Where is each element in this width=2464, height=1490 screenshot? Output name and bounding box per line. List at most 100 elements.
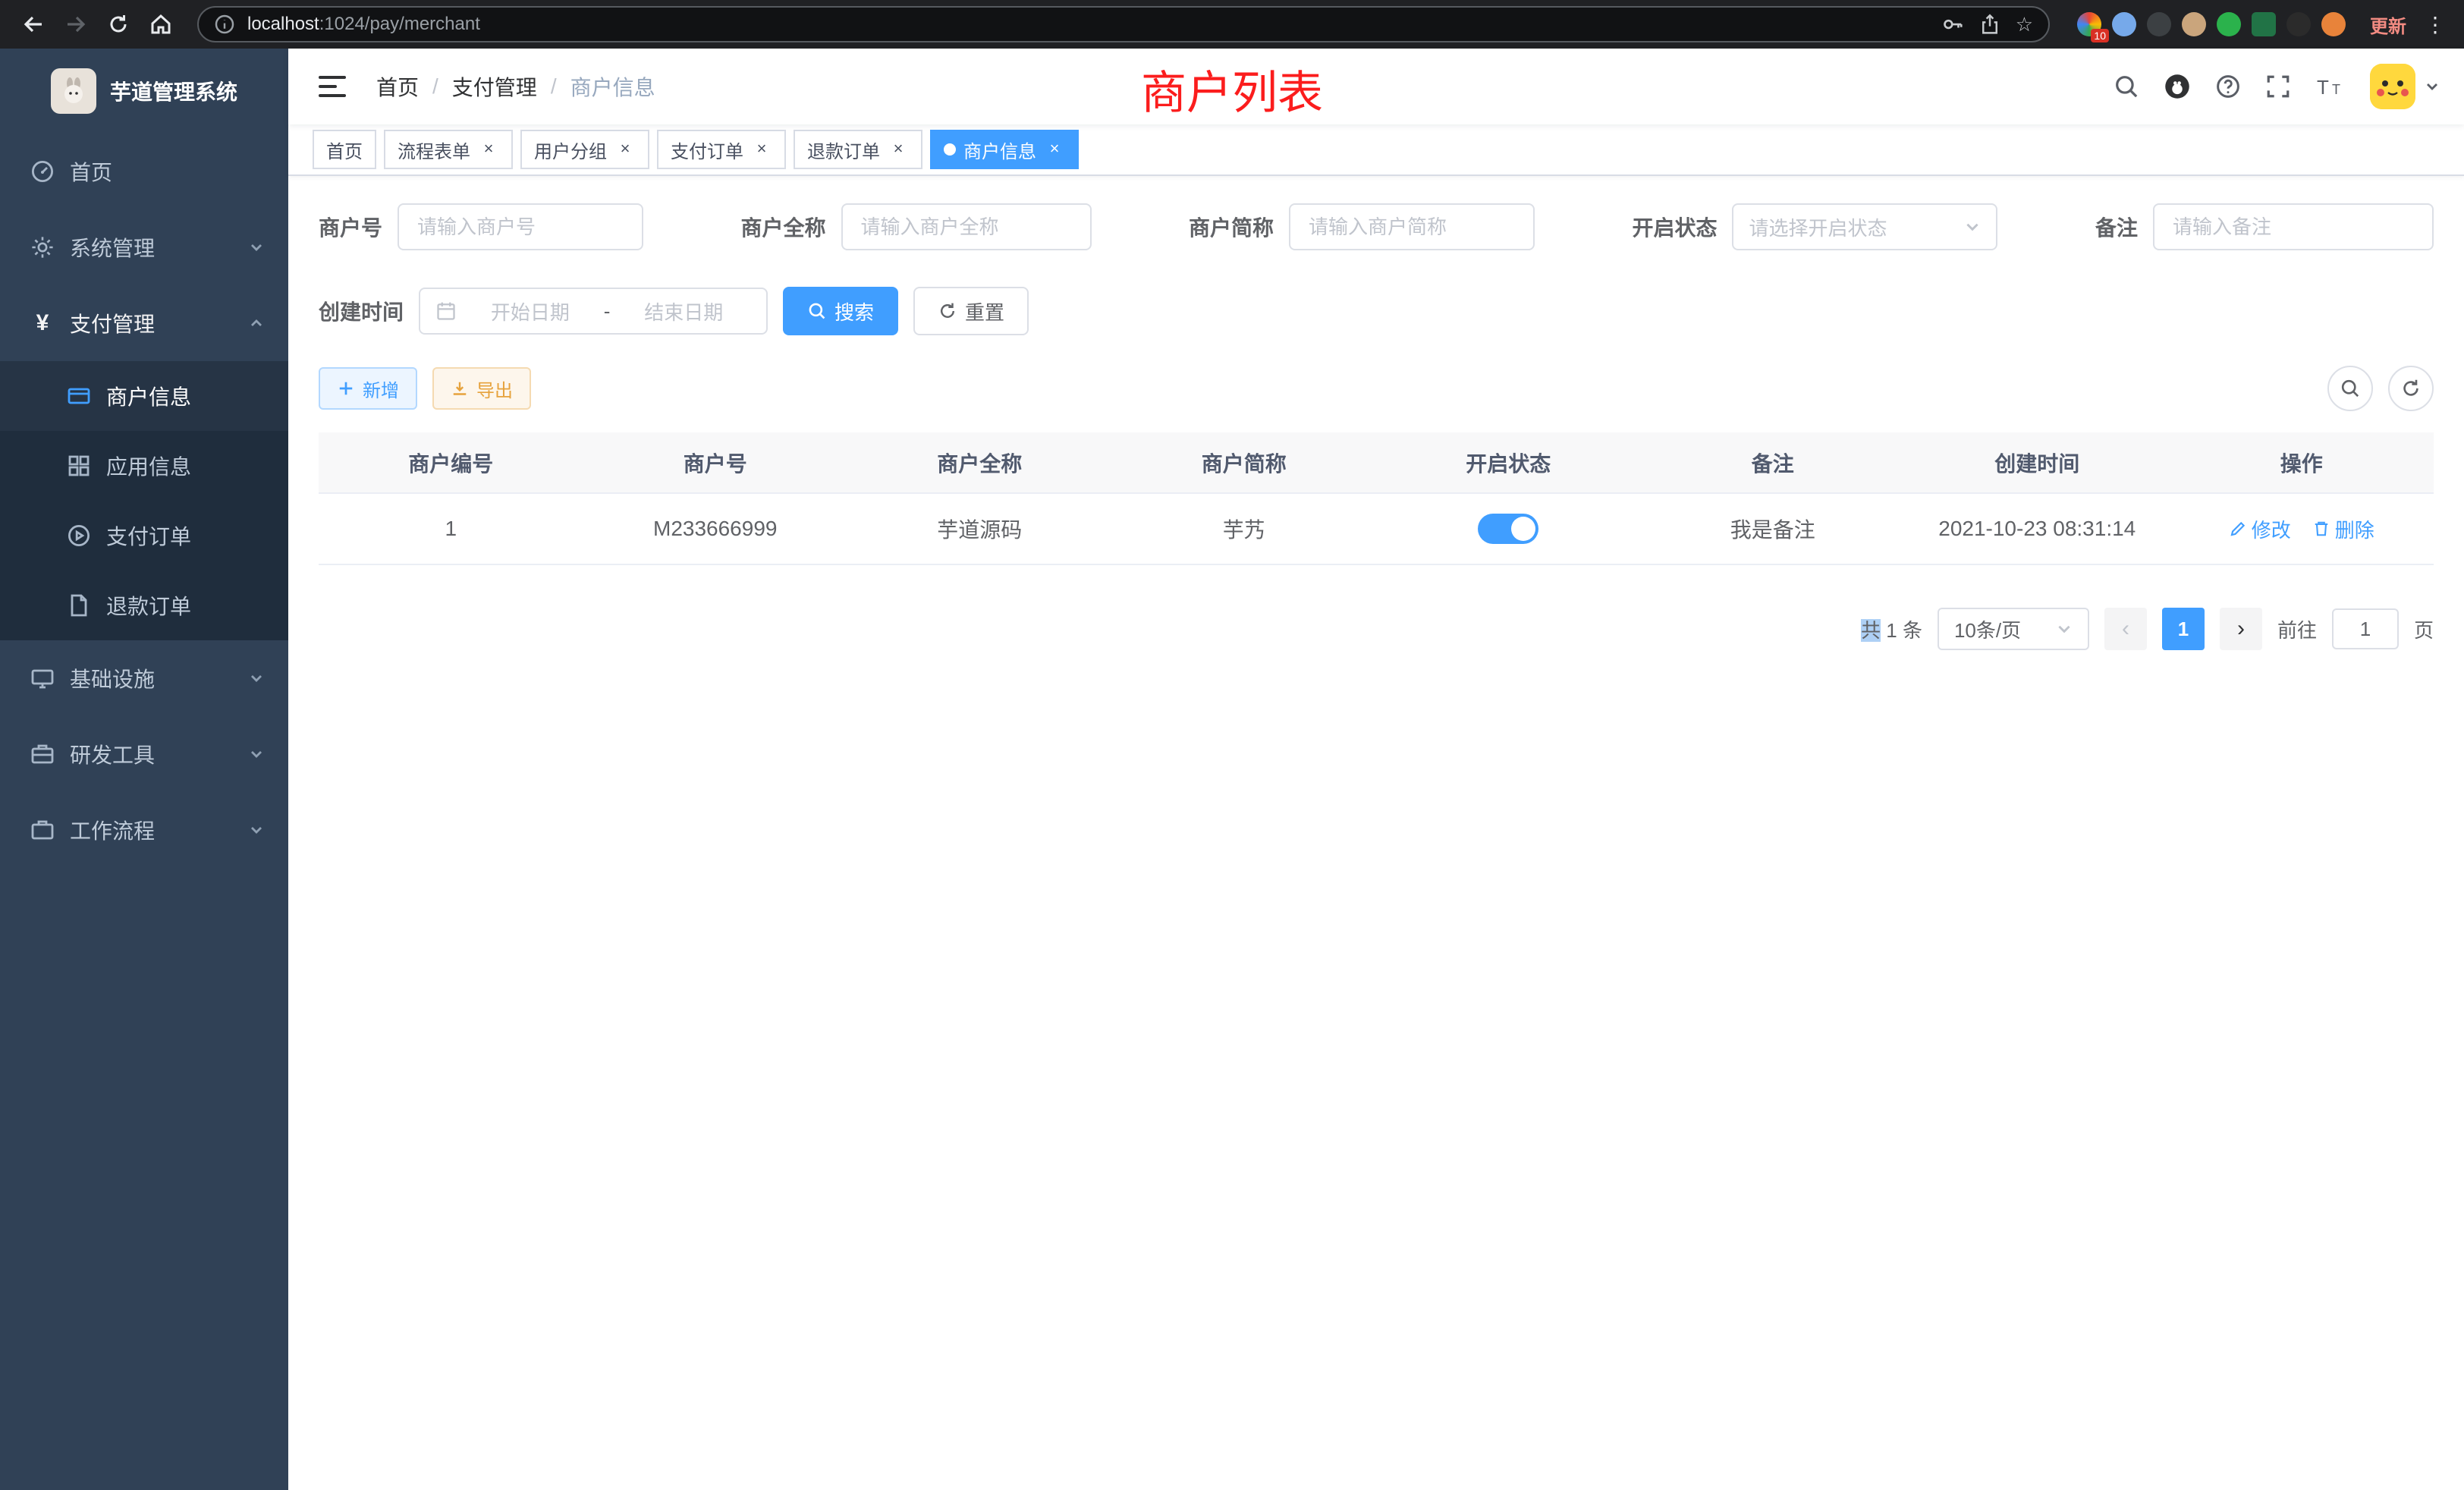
sidebar-toggle-icon[interactable] [313,68,352,105]
goto-page-input[interactable] [2332,608,2399,649]
tags-view-bar: 首页 流程表单× 用户分组× 支付订单× 退款订单× 商户信息× [288,124,2464,176]
site-info-icon[interactable] [214,14,235,35]
briefcase-icon [30,818,55,842]
extension-icon-5[interactable] [2217,12,2241,36]
extension-icon-4[interactable] [2182,12,2206,36]
sidebar-item-workflow[interactable]: 工作流程 [0,792,288,868]
github-icon[interactable] [2164,73,2191,100]
bookmark-star-icon[interactable]: ☆ [2016,14,2033,34]
prev-page-button[interactable]: ‹ [2104,608,2147,650]
end-date-input[interactable]: 结束日期 [616,297,751,325]
sidebar-item-label: 退款订单 [106,590,191,621]
tab-home[interactable]: 首页 [313,130,376,169]
status-select[interactable]: 请选择开启状态 [1732,203,1997,250]
extension-icon-8[interactable] [2321,12,2346,36]
sidebar-item-pay-order[interactable]: 支付订单 [0,501,288,571]
sidebar: 芋道管理系统 首页 系统管理 ¥ 支付管理 [0,49,288,1490]
extension-icon-6[interactable] [2252,12,2276,36]
tab-pay-order[interactable]: 支付订单× [657,130,786,169]
extensions-row: 10 [2077,12,2346,36]
top-navbar: 首页 / 支付管理 / 商户信息 [288,49,2464,124]
sidebar-item-label: 应用信息 [106,451,191,481]
status-label: 开启状态 [1632,212,1717,242]
tab-user-group[interactable]: 用户分组× [520,130,649,169]
close-icon[interactable]: × [751,139,772,160]
tab-process-form[interactable]: 流程表单× [384,130,513,169]
page-1-button[interactable]: 1 [2162,608,2205,650]
page-unit-label: 页 [2414,615,2434,643]
sidebar-item-infrastructure[interactable]: 基础设施 [0,640,288,716]
breadcrumb-home[interactable]: 首页 [376,71,419,102]
user-menu[interactable] [2370,64,2440,109]
export-button[interactable]: 导出 [432,367,531,410]
active-dot [944,143,956,156]
browser-menu-icon[interactable]: ⋮ [2422,12,2449,37]
browser-home-button[interactable] [143,6,179,42]
reset-button[interactable]: 重置 [913,287,1029,335]
create-time-range-picker[interactable]: 开始日期 - 结束日期 [419,288,768,335]
sidebar-logo[interactable]: 芋道管理系统 [0,49,288,134]
create-time-label: 创建时间 [319,296,404,326]
page-content: 商户号 商户全称 商户简称 开启状态 请选择开启状态 [288,176,2464,1490]
extension-icon-2[interactable] [2112,12,2136,36]
help-icon[interactable] [2215,74,2241,99]
cell-merchant-no: M233666999 [583,493,848,564]
tab-merchant-info[interactable]: 商户信息× [930,130,1079,169]
sidebar-item-label: 商户信息 [106,381,191,411]
short-name-input[interactable] [1289,203,1535,250]
close-icon[interactable]: × [888,139,909,160]
merchant-table: 商户编号 商户号 商户全称 商户简称 开启状态 备注 创建时间 操作 1 [319,432,2434,565]
grid-icon [67,454,91,478]
status-toggle[interactable] [1478,514,1538,544]
breadcrumb-current: 商户信息 [570,71,655,102]
password-key-icon[interactable] [1941,13,1964,36]
remark-input[interactable] [2153,203,2434,250]
sidebar-item-app-info[interactable]: 应用信息 [0,431,288,501]
extension-icon-1[interactable]: 10 [2077,12,2101,36]
start-date-input[interactable]: 开始日期 [463,297,598,325]
filter-form-row-1: 商户号 商户全称 商户简称 开启状态 请选择开启状态 [319,203,2434,250]
search-icon[interactable] [2114,74,2139,99]
browser-reload-button[interactable] [100,6,137,42]
sidebar-item-pay[interactable]: ¥ 支付管理 [0,285,288,361]
svg-text:T: T [2332,82,2340,97]
close-icon[interactable]: × [614,139,636,160]
chevron-down-icon [249,747,264,762]
sidebar-item-merchant-info[interactable]: 商户信息 [0,361,288,431]
close-icon[interactable]: × [1044,139,1065,160]
font-size-icon[interactable]: TT [2315,74,2346,99]
url-text: localhost:1024/pay/merchant [247,14,480,35]
add-button[interactable]: 新增 [319,367,417,410]
extension-icon-3[interactable] [2147,12,2171,36]
main-area: 首页 / 支付管理 / 商户信息 [288,49,2464,1490]
sidebar-item-dev-tools[interactable]: 研发工具 [0,716,288,792]
merchant-no-input[interactable] [398,203,643,250]
user-avatar [2370,64,2415,109]
browser-update-button[interactable]: 更新 [2370,11,2406,38]
toggle-search-button[interactable] [2327,366,2373,411]
page-size-select[interactable]: 10条/页 [1938,608,2089,650]
address-bar[interactable]: localhost:1024/pay/merchant ☆ [197,6,2050,42]
filter-form-row-2: 创建时间 开始日期 - 结束日期 搜索 [319,287,2434,335]
extension-badge: 10 [2091,29,2109,42]
table-header-row: 商户编号 商户号 商户全称 商户简称 开启状态 备注 创建时间 操作 [319,432,2434,493]
sidebar-item-label: 工作流程 [70,815,155,845]
sidebar-item-label: 首页 [70,156,112,187]
share-icon[interactable] [1979,14,2000,35]
next-page-button[interactable]: › [2220,608,2262,650]
sidebar-item-home[interactable]: 首页 [0,134,288,209]
edit-link[interactable]: 修改 [2229,515,2291,543]
browser-forward-button[interactable] [58,6,94,42]
tab-refund-order[interactable]: 退款订单× [794,130,922,169]
sidebar-item-system[interactable]: 系统管理 [0,209,288,285]
breadcrumb-pay[interactable]: 支付管理 [452,71,537,102]
fullscreen-icon[interactable] [2265,74,2291,99]
extension-icon-7[interactable] [2286,12,2311,36]
browser-back-button[interactable] [15,6,52,42]
search-button[interactable]: 搜索 [783,287,898,335]
sidebar-item-refund-order[interactable]: 退款订单 [0,571,288,640]
delete-link[interactable]: 删除 [2312,515,2374,543]
close-icon[interactable]: × [478,139,499,160]
refresh-button[interactable] [2388,366,2434,411]
full-name-input[interactable] [841,203,1092,250]
